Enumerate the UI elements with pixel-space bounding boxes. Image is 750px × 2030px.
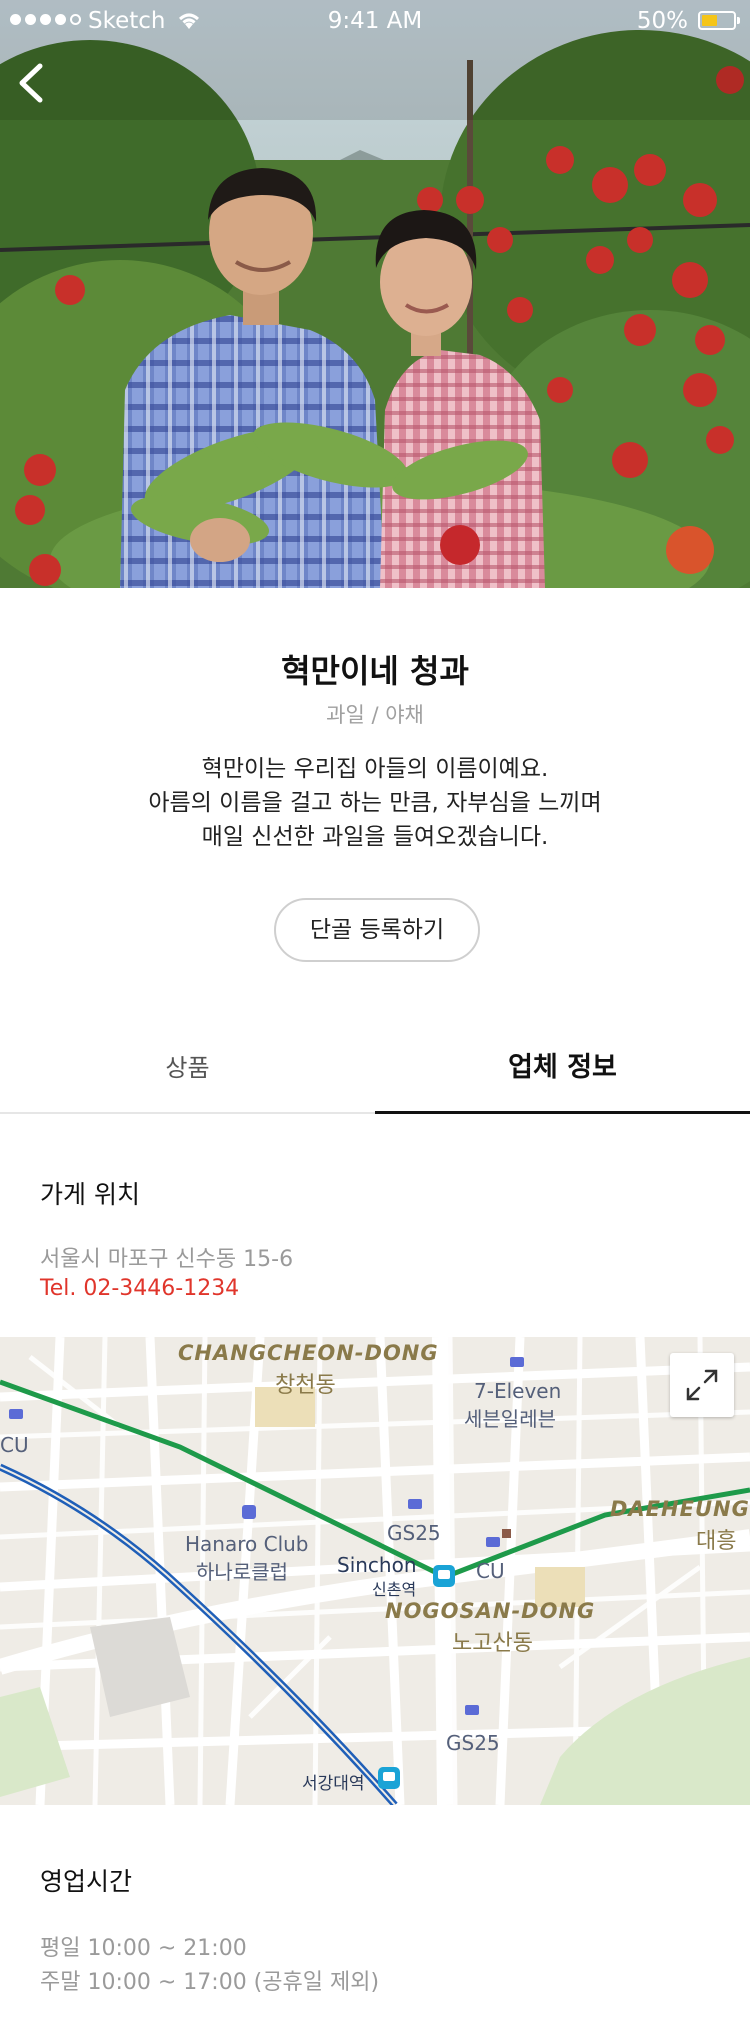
store-name: 혁만이네 청과 (281, 652, 469, 690)
map-label-station: 서강대역 (302, 1774, 365, 1794)
map-label-poi: Hanaro Club (185, 1532, 309, 1556)
weekend-hours: 주말 10:00 ~ 17:00 (공휴일 제외) (40, 1970, 380, 1995)
map-expand-button[interactable] (670, 1353, 734, 1417)
store-map[interactable]: CHANGCHEON-DONG 창천동 7-Eleven 세븐일레븐 CU GS… (0, 1337, 750, 1805)
store-category: 과일 / 야채 (326, 703, 424, 727)
store-address: 서울시 마포구 신수동 15-6 (40, 1247, 294, 1272)
location-section-title: 가게 위치 (40, 1180, 140, 1209)
expand-icon (686, 1369, 718, 1401)
battery-icon (698, 11, 740, 30)
weekday-hours: 평일 10:00 ~ 21:00 (40, 1936, 247, 1961)
tab-bar: 상품 업체 정보 (0, 1028, 750, 1114)
map-label-station: 신촌역 (372, 1580, 417, 1599)
map-label-poi: 하나로클럽 (196, 1560, 288, 1584)
map-label-poi: 7-Eleven (474, 1379, 562, 1403)
map-label-poi: GS25 (387, 1521, 441, 1545)
back-button[interactable] (10, 58, 54, 108)
store-description-line: 매일 신선한 과일을 들여오겠습니다. (201, 824, 549, 850)
map-label-poi: GS25 (446, 1731, 500, 1755)
map-label-poi: CU (476, 1559, 505, 1583)
store-description-line: 아름의 이름을 걸고 하는 만큼, 자부심을 느끼며 (148, 790, 602, 816)
map-label-station: Sinchon (337, 1553, 417, 1577)
map-label-poi: CU (0, 1433, 29, 1457)
store-description-line: 혁만이는 우리집 아들의 이름이예요. (201, 756, 549, 782)
store-hero-photo (0, 0, 750, 588)
map-label-district: 대흥 (696, 1529, 737, 1554)
tab-products[interactable]: 상품 (0, 1028, 375, 1112)
battery-percentage: 50% (636, 8, 688, 34)
tab-store-info[interactable]: 업체 정보 (375, 1028, 750, 1114)
map-label-district: 노고산동 (452, 1631, 533, 1656)
hero-illustration (0, 0, 750, 588)
map-label-district: 창천동 (275, 1373, 336, 1398)
map-label-district: CHANGCHEON-DONG (178, 1341, 439, 1365)
store-description: 혁만이는 우리집 아들의 이름이예요. 아름의 이름을 걸고 하는 만큼, 자부… (0, 752, 750, 854)
store-phone-link[interactable]: Tel. 02-3446-1234 (40, 1276, 239, 1301)
chevron-left-icon (19, 63, 43, 103)
map-label-district: DAEHEUNG (610, 1497, 750, 1521)
status-bar: Sketch 9:41 AM 50% (0, 0, 750, 44)
register-regular-button[interactable]: 단골 등록하기 (274, 898, 480, 962)
hours-section-title: 영업시간 (40, 1867, 133, 1896)
map-label-poi: 세븐일레븐 (464, 1407, 556, 1431)
map-label-district: NOGOSAN-DONG (385, 1599, 596, 1623)
